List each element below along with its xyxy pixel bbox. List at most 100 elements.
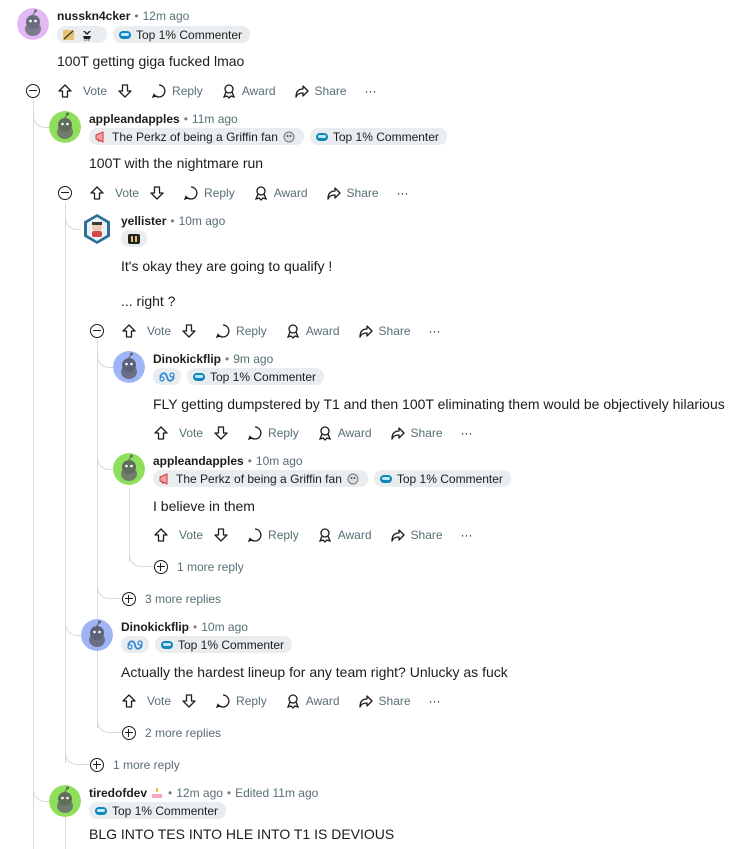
upvote-icon[interactable] [121, 693, 137, 709]
vote-label: Vote [83, 84, 108, 98]
share-button[interactable]: Share [358, 693, 411, 709]
username[interactable]: tiredofdev [89, 786, 147, 800]
reply-icon [247, 426, 262, 441]
share-icon [326, 187, 341, 200]
username[interactable]: Dinokickflip [153, 352, 221, 366]
share-button[interactable]: Share [390, 527, 443, 543]
flair-row: LCK Top 1% Commenter [57, 26, 251, 43]
megaphone-icon [94, 130, 108, 143]
reply-button[interactable]: Reply [183, 185, 235, 201]
megaphone-icon [158, 472, 172, 485]
comment-actions: Vote Reply Award Share ··· [153, 525, 491, 545]
comment-actions: Vote Reply Award Share ··· [121, 691, 459, 711]
timestamp[interactable]: 10m ago [201, 620, 248, 634]
collapse-button[interactable] [26, 84, 40, 98]
username[interactable]: nusskn4cker [57, 9, 130, 23]
collapse-button[interactable] [58, 186, 72, 200]
share-button[interactable]: Share [326, 185, 379, 201]
flair-row: The Perkz of being a Griffin fan Top 1% … [89, 128, 447, 145]
avatar[interactable] [113, 351, 145, 383]
comment-body: Actually the hardest lineup for any team… [121, 664, 508, 680]
more-options-button[interactable]: ··· [461, 528, 473, 542]
timestamp[interactable]: 12m ago [143, 9, 190, 23]
more-options-button[interactable]: ··· [365, 84, 377, 98]
vote-control: Vote [153, 527, 229, 543]
reply-button[interactable]: Reply [151, 83, 203, 99]
award-button[interactable]: Award [285, 693, 340, 709]
avatar[interactable] [17, 8, 49, 40]
reply-button[interactable]: Reply [247, 425, 299, 441]
timestamp[interactable]: 11m ago [192, 112, 238, 126]
flair-row: Top 1% Commenter [121, 636, 293, 653]
award-button[interactable]: Award [253, 185, 308, 201]
share-button[interactable]: Share [358, 323, 411, 339]
vote-control: Vote [57, 83, 133, 99]
award-button[interactable]: Award [221, 83, 276, 99]
downvote-icon[interactable] [181, 693, 197, 709]
upvote-icon[interactable] [121, 323, 137, 339]
collapse-button[interactable] [90, 324, 104, 338]
thread-line-c7 [65, 813, 66, 849]
elbow-more-1b [65, 203, 89, 765]
more-replies-link[interactable]: 1 more reply [90, 757, 180, 773]
vote-control: Vote [121, 323, 197, 339]
more-replies-link[interactable]: 1 more reply [154, 559, 244, 575]
reply-button[interactable]: Reply [247, 527, 299, 543]
more-replies-link[interactable]: 3 more replies [122, 591, 221, 607]
more-replies-link[interactable]: 2 more replies [122, 725, 221, 741]
upvote-icon[interactable] [153, 425, 169, 441]
more-options-button[interactable]: ··· [461, 426, 473, 440]
award-button[interactable]: Award [285, 323, 340, 339]
downvote-icon[interactable] [213, 425, 229, 441]
vote-label: Vote [147, 324, 172, 338]
more-options-button[interactable]: ··· [429, 324, 441, 338]
avatar[interactable] [49, 785, 81, 817]
reply-button[interactable]: Reply [215, 323, 267, 339]
griffin-icon [346, 473, 360, 485]
upvote-icon[interactable] [153, 527, 169, 543]
downvote-icon[interactable] [213, 527, 229, 543]
timestamp[interactable]: 12m ago [176, 786, 223, 800]
username[interactable]: Dinokickflip [121, 620, 189, 634]
share-label: Share [314, 84, 347, 98]
timestamp[interactable]: 9m ago [233, 352, 273, 366]
expand-icon [122, 592, 136, 606]
username[interactable]: yellister [121, 214, 166, 228]
upvote-icon[interactable] [89, 185, 105, 201]
share-label: Share [410, 528, 443, 542]
more-replies-label: 2 more replies [145, 726, 222, 740]
elbow-more-1 [129, 488, 153, 567]
upvote-icon[interactable] [57, 83, 73, 99]
avatar[interactable] [81, 619, 113, 651]
avatar[interactable] [113, 453, 145, 485]
more-replies-label: 1 more reply [113, 758, 180, 772]
comment-meta: appleandapples • 11m ago [89, 110, 238, 128]
timestamp[interactable]: 10m ago [179, 214, 226, 228]
award-button[interactable]: Award [317, 425, 372, 441]
comment-meta: nusskn4cker • 12m ago [57, 7, 189, 25]
avatar[interactable] [81, 213, 113, 245]
award-button[interactable]: Award [317, 527, 372, 543]
downvote-icon[interactable] [181, 323, 197, 339]
award-icon [222, 84, 235, 99]
share-button[interactable]: Share [294, 83, 347, 99]
vote-control: Vote [121, 693, 197, 709]
downvote-icon[interactable] [117, 83, 133, 99]
flair-row: Top 1% Commenter [153, 368, 325, 385]
downvote-icon[interactable] [149, 185, 165, 201]
share-label: Share [346, 186, 379, 200]
share-button[interactable]: Share [390, 425, 443, 441]
award-icon [254, 186, 267, 201]
more-options-button[interactable]: ··· [397, 186, 409, 200]
award-label: Award [305, 324, 340, 338]
username[interactable]: appleandapples [153, 454, 244, 468]
reply-button[interactable]: Reply [215, 693, 267, 709]
avatar[interactable] [49, 111, 81, 143]
more-options-button[interactable]: ··· [429, 694, 441, 708]
separator: • [183, 112, 188, 126]
comment-body: I believe in them [153, 498, 255, 514]
commenter-badge-icon [160, 639, 174, 651]
vote-control: Vote [153, 425, 229, 441]
username[interactable]: appleandapples [89, 112, 180, 126]
timestamp[interactable]: 10m ago [256, 454, 303, 468]
